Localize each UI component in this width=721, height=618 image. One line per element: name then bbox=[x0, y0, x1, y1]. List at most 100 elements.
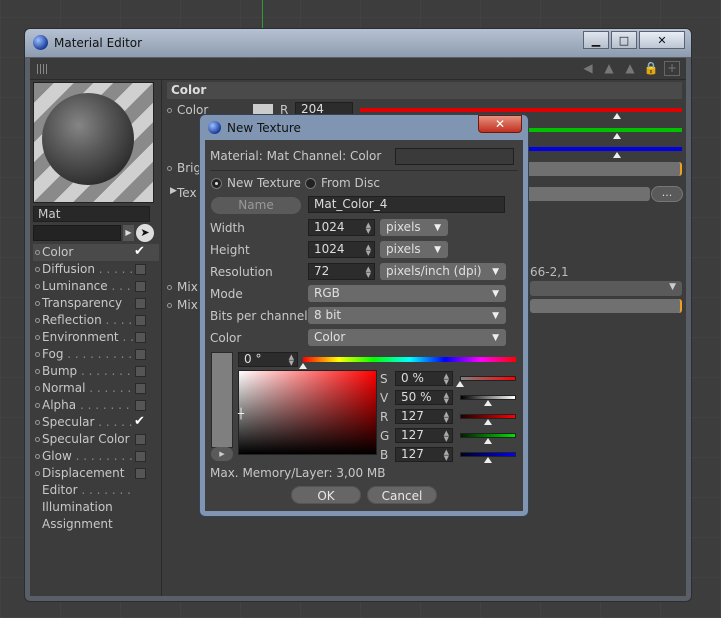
channel-checkbox[interactable] bbox=[135, 434, 146, 445]
name-button[interactable]: Name bbox=[211, 197, 301, 214]
channel-item[interactable]: Displacement bbox=[33, 465, 159, 482]
channel-checkbox[interactable] bbox=[135, 298, 146, 309]
color-mode-select[interactable]: Color ▼ bbox=[308, 329, 506, 346]
dialog-close-button[interactable]: ✕ bbox=[478, 115, 522, 133]
close-button[interactable]: ✕ bbox=[639, 31, 685, 49]
mix-mode-combo[interactable]: ▼ bbox=[530, 281, 682, 296]
pointer-icon[interactable]: ➤ bbox=[136, 224, 154, 242]
r-input[interactable]: 127 ▲ ▼ bbox=[395, 409, 453, 424]
red-slider[interactable] bbox=[360, 108, 682, 112]
ok-button[interactable]: OK bbox=[291, 486, 361, 504]
v-input[interactable]: 50 % ▲ ▼ bbox=[395, 390, 453, 405]
from-disc-radio[interactable] bbox=[305, 178, 316, 189]
hue-slider-knob[interactable] bbox=[299, 363, 307, 369]
up-arrow-icon[interactable]: ▲ bbox=[622, 61, 638, 76]
blue-slider-knob[interactable] bbox=[613, 152, 621, 158]
spinner-icon[interactable]: ▲ ▼ bbox=[366, 266, 371, 279]
minimize-button[interactable]: ▁ bbox=[583, 31, 609, 49]
channel-checkbox[interactable] bbox=[135, 383, 146, 394]
channel-item[interactable]: Specular Color bbox=[33, 431, 159, 448]
channel-item[interactable]: Glow . . . . . . . . bbox=[33, 448, 159, 465]
channel-item[interactable]: Color ✔ bbox=[33, 244, 159, 261]
channel-checkbox[interactable] bbox=[135, 281, 146, 292]
width-input[interactable]: 1024 ▲ ▼ bbox=[308, 219, 375, 236]
checkmark-icon[interactable]: ✔ bbox=[134, 243, 145, 260]
mix-strength-bar[interactable] bbox=[530, 299, 682, 313]
window-titlebar[interactable]: Material Editor ▁ □ ✕ bbox=[25, 29, 691, 57]
channel-item[interactable]: Bump . . . . . . . bbox=[33, 363, 159, 380]
resolution-unit-select[interactable]: pixels/inch (dpi) ▼ bbox=[380, 263, 506, 280]
lock-icon[interactable]: 🔒 bbox=[643, 61, 659, 76]
channel-item[interactable]: Environment . . bbox=[33, 329, 159, 346]
channel-item[interactable]: Specular . . . . . ✔ bbox=[33, 414, 159, 431]
cancel-button[interactable]: Cancel bbox=[367, 486, 437, 504]
width-unit-select[interactable]: pixels ▼ bbox=[380, 219, 448, 236]
resolution-input[interactable]: 72 ▲ ▼ bbox=[308, 263, 375, 280]
red-slider-knob[interactable] bbox=[613, 113, 621, 119]
channel-checkbox[interactable] bbox=[135, 264, 146, 275]
spinner-icon[interactable]: ▲ ▼ bbox=[444, 373, 449, 386]
dialog-titlebar[interactable]: New Texture ✕ bbox=[200, 115, 528, 139]
spinner-icon[interactable]: ▲ ▼ bbox=[444, 449, 449, 462]
new-texture-option-label[interactable]: New Texture bbox=[227, 176, 301, 190]
channel-item[interactable]: Editor . . . . . . . bbox=[33, 482, 159, 499]
hue-input[interactable]: 0 ° ▲ ▼ bbox=[238, 352, 298, 367]
channel-checkbox[interactable] bbox=[135, 349, 146, 360]
hue-slider[interactable] bbox=[303, 357, 516, 362]
material-field[interactable] bbox=[33, 225, 121, 241]
s-slider[interactable] bbox=[460, 376, 516, 381]
g-input[interactable]: 127 ▲ ▼ bbox=[395, 428, 453, 443]
b-label: B bbox=[380, 448, 389, 462]
material-name-field[interactable]: Mat bbox=[33, 206, 150, 222]
channel-item[interactable]: Illumination bbox=[33, 499, 159, 516]
spinner-icon[interactable]: ▲ ▼ bbox=[366, 222, 371, 235]
r-slider-knob[interactable] bbox=[484, 419, 492, 425]
channel-item[interactable]: Alpha . . . . . . . bbox=[33, 397, 159, 414]
width-value: 1024 bbox=[314, 220, 345, 234]
channel-checkbox[interactable] bbox=[135, 468, 146, 479]
spinner-icon[interactable]: ▲ ▼ bbox=[289, 354, 294, 367]
channel-checkbox[interactable] bbox=[135, 400, 146, 411]
channel-checkbox[interactable] bbox=[135, 366, 146, 377]
b-slider-knob[interactable] bbox=[484, 457, 492, 463]
name-input[interactable]: Mat_Color_4 bbox=[308, 196, 505, 213]
texture-expand-icon[interactable]: ▶ bbox=[170, 186, 177, 196]
channel-item[interactable]: Normal . . . . . . bbox=[33, 380, 159, 397]
channel-item[interactable]: Luminance . . . . bbox=[33, 278, 159, 295]
new-texture-radio[interactable] bbox=[211, 178, 222, 189]
swatch-expand-button[interactable]: ▶ bbox=[211, 447, 233, 461]
channel-item[interactable]: Assignment bbox=[33, 516, 159, 533]
spinner-icon[interactable]: ▲ ▼ bbox=[444, 430, 449, 443]
channel-checkbox[interactable] bbox=[135, 332, 146, 343]
back-arrow-icon[interactable]: ◀ bbox=[580, 61, 596, 76]
channel-item[interactable]: Reflection . . . . bbox=[33, 312, 159, 329]
channel-checkbox[interactable] bbox=[135, 451, 146, 462]
arrow-right-icon[interactable]: ▶ bbox=[123, 225, 134, 241]
channel-checkbox[interactable] bbox=[135, 315, 146, 326]
green-slider-knob[interactable] bbox=[613, 133, 621, 139]
g-slider-knob[interactable] bbox=[484, 438, 492, 444]
v-slider-knob[interactable] bbox=[484, 400, 492, 406]
mode-select[interactable]: RGB ▼ bbox=[308, 285, 506, 302]
checkmark-icon[interactable]: ✔ bbox=[134, 413, 145, 430]
maximize-button[interactable]: □ bbox=[611, 31, 637, 49]
material-preview[interactable] bbox=[33, 82, 154, 203]
saturation-value-picker[interactable] bbox=[238, 370, 377, 455]
from-disc-option-label[interactable]: From Disc bbox=[321, 176, 380, 190]
height-input[interactable]: 1024 ▲ ▼ bbox=[308, 241, 375, 258]
channel-item[interactable]: Fog . . . . . . . . . bbox=[33, 346, 159, 363]
s-input[interactable]: 0 % ▲ ▼ bbox=[395, 371, 453, 386]
spinner-icon[interactable]: ▲ ▼ bbox=[366, 244, 371, 257]
channel-item[interactable]: Diffusion . . . . . . bbox=[33, 261, 159, 278]
new-panel-icon[interactable]: + bbox=[664, 61, 680, 76]
grip-icon[interactable] bbox=[37, 64, 48, 74]
s-slider-knob[interactable] bbox=[456, 381, 464, 387]
height-unit-select[interactable]: pixels ▼ bbox=[380, 241, 448, 258]
texture-browse-button[interactable]: ... bbox=[651, 186, 683, 202]
forward-arrow-icon[interactable]: ▲ bbox=[601, 61, 617, 76]
spinner-icon[interactable]: ▲ ▼ bbox=[444, 392, 449, 405]
spinner-icon[interactable]: ▲ ▼ bbox=[444, 411, 449, 424]
channel-item[interactable]: Transparency bbox=[33, 295, 159, 312]
b-input[interactable]: 127 ▲ ▼ bbox=[395, 447, 453, 462]
bits-per-channel-select[interactable]: 8 bit ▼ bbox=[308, 307, 506, 324]
